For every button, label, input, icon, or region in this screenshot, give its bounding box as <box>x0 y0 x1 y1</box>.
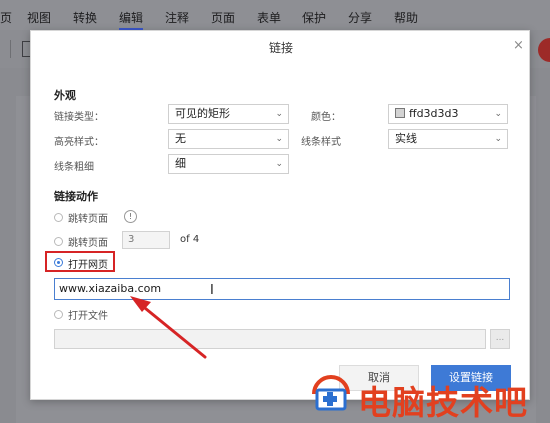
line-style-label: 线条样式 <box>301 137 341 148</box>
highlight-style-select[interactable]: 无 ⌄ <box>168 129 289 149</box>
chevron-down-icon: ⌄ <box>275 109 283 119</box>
menu-item-page-partial[interactable]: 页 <box>0 9 12 26</box>
menu-item-edit[interactable]: 编辑 <box>119 9 144 30</box>
url-input[interactable]: www.xiazaiba.com <box>54 278 510 300</box>
link-action-section-title: 链接动作 <box>54 190 98 203</box>
highlight-style-value: 无 <box>175 132 186 145</box>
jump-page-number-radio[interactable] <box>54 237 63 246</box>
watermark-logo-icon <box>312 375 350 411</box>
browse-button[interactable]: ... <box>490 329 510 349</box>
link-type-label: 链接类型： <box>54 112 104 123</box>
open-web-radio[interactable] <box>54 258 63 267</box>
menu-item-help[interactable]: 帮助 <box>394 9 418 26</box>
open-web-label: 打开网页 <box>68 260 108 271</box>
line-width-label: 线条粗细 <box>54 162 94 173</box>
appearance-section-title: 外观 <box>54 89 76 102</box>
jump-page-label: 跳转页面 <box>68 214 108 225</box>
color-swatch <box>395 108 405 118</box>
toolbar-divider <box>10 40 11 58</box>
link-dialog: 链接 × 外观 链接类型： 可见的矩形 ⌄ 颜色： ffd3d3d3 ⌄ 高亮样… <box>30 30 530 400</box>
dialog-title: 链接 <box>268 41 293 55</box>
chevron-down-icon: ⌄ <box>494 109 502 119</box>
menu-item-share[interactable]: 分享 <box>348 9 372 26</box>
page-number-input[interactable]: 3 <box>122 231 170 249</box>
line-style-select[interactable]: 实线 ⌄ <box>388 129 508 149</box>
jump-page-number-label: 跳转页面 <box>68 238 108 249</box>
chevron-down-icon: ⌄ <box>275 159 283 169</box>
menu-item-view[interactable]: 视图 <box>27 9 51 26</box>
jump-page-radio[interactable] <box>54 213 63 222</box>
menu-item-protect[interactable]: 保护 <box>302 9 326 26</box>
file-path-input[interactable] <box>54 329 486 349</box>
line-style-value: 实线 <box>395 132 417 145</box>
menu-item-annotate[interactable]: 注释 <box>165 9 189 26</box>
color-value: ffd3d3d3 <box>409 107 459 120</box>
ibeam-cursor-icon: I <box>210 283 214 298</box>
menu-bar: 页 视图 转换 编辑 注释 页面 表单 保护 分享 帮助 <box>0 0 550 30</box>
close-icon[interactable]: × <box>513 38 524 53</box>
link-type-value: 可见的矩形 <box>175 107 230 120</box>
highlight-style-label: 高亮样式： <box>54 137 104 148</box>
color-label: 颜色： <box>311 112 341 123</box>
open-file-radio[interactable] <box>54 310 63 319</box>
watermark-text: 电脑技术吧 <box>358 383 528 422</box>
menu-item-forms[interactable]: 表单 <box>257 9 281 26</box>
menu-item-pages[interactable]: 页面 <box>211 9 235 26</box>
page-total-label: of 4 <box>180 234 200 245</box>
link-type-select[interactable]: 可见的矩形 ⌄ <box>168 104 289 124</box>
open-file-label: 打开文件 <box>68 311 108 322</box>
menu-item-convert[interactable]: 转换 <box>73 9 97 26</box>
color-select[interactable]: ffd3d3d3 ⌄ <box>388 104 508 124</box>
line-width-value: 细 <box>175 157 186 170</box>
info-icon[interactable]: ! <box>124 210 137 223</box>
chevron-down-icon: ⌄ <box>494 134 502 144</box>
chevron-down-icon: ⌄ <box>275 134 283 144</box>
line-width-select[interactable]: 细 ⌄ <box>168 154 289 174</box>
watermark: 电脑技术吧 <box>308 368 550 422</box>
